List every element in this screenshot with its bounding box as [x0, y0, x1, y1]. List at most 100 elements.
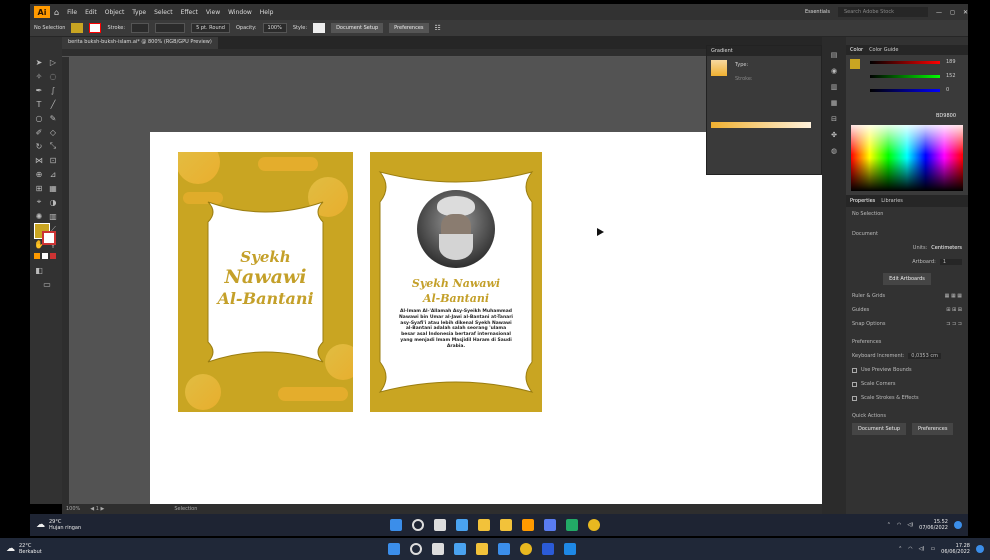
free-transform-icon[interactable]: ⊡ [48, 155, 58, 165]
outer-store-icon[interactable] [454, 543, 466, 555]
gradient-tool-icon[interactable]: ▦ [48, 183, 58, 193]
eraser-icon[interactable]: ◇ [48, 127, 58, 137]
screen-mode-icon[interactable]: ▭ [42, 279, 52, 289]
blue-value[interactable]: 0 [946, 87, 949, 93]
outer-notification-icon[interactable] [976, 545, 984, 553]
shape-builder-icon[interactable]: ⊕ [34, 169, 44, 179]
outer-mail-icon[interactable] [498, 543, 510, 555]
swatches-icon[interactable]: ▦ [831, 99, 838, 107]
scale-strokes-checkbox[interactable] [852, 395, 857, 401]
download-icon[interactable] [566, 519, 578, 531]
line-tool-icon[interactable]: ╱ [48, 99, 58, 109]
opacity-input[interactable]: 100% [262, 23, 287, 33]
layers-icon[interactable]: ▤ [831, 51, 838, 59]
outer-tray-chevron-icon[interactable]: ⌃ [898, 546, 902, 552]
color-spectrum[interactable] [851, 125, 963, 191]
outer-start-icon[interactable] [388, 543, 400, 555]
variable-width-dropdown[interactable] [155, 23, 186, 33]
properties-tab[interactable]: Properties [850, 198, 875, 204]
brushes-icon[interactable]: ◍ [831, 147, 837, 155]
color-fill-icon[interactable] [850, 59, 860, 69]
preferences-button[interactable]: Preferences [389, 23, 429, 33]
bio-card[interactable]: Syekh Nawawi Al-Bantani Al-Imam Al-'Alla… [370, 152, 542, 412]
minimize-icon[interactable]: — [936, 9, 942, 16]
outer-chrome-icon[interactable] [520, 543, 532, 555]
scale-corners-checkbox[interactable] [852, 381, 857, 387]
perspective-icon[interactable]: ⊿ [48, 169, 58, 179]
brush-dropdown[interactable]: 5 pt. Round [191, 23, 230, 33]
blend-icon[interactable]: ◑ [48, 197, 58, 207]
menu-window[interactable]: Window [228, 9, 252, 16]
magic-wand-icon[interactable]: ✧ [34, 71, 44, 81]
gradient-mode-icon[interactable] [42, 253, 48, 259]
red-value[interactable]: 189 [946, 59, 956, 65]
graph-icon[interactable]: ▥ [48, 211, 58, 221]
curvature-tool-icon[interactable]: ∫ [48, 85, 58, 95]
artboard-dropdown[interactable]: 1 [939, 259, 962, 265]
quick-preferences-button[interactable]: Preferences [912, 423, 954, 435]
paintbrush-icon[interactable]: ✎ [48, 113, 58, 123]
type-tool-icon[interactable]: T [34, 99, 44, 109]
ellipse-tool-icon[interactable]: ○ [34, 113, 44, 123]
quick-document-setup-button[interactable]: Document Setup [852, 423, 907, 435]
tray-chevron-icon[interactable]: ⌃ [887, 522, 891, 528]
symbols-icon[interactable]: ✤ [831, 131, 837, 139]
taskbar-search-icon[interactable] [412, 519, 424, 531]
document-setup-button[interactable]: Document Setup [331, 23, 384, 33]
libraries-tab[interactable]: Libraries [881, 198, 903, 204]
mesh-icon[interactable]: ⊞ [34, 183, 44, 193]
rulers-grids-icons[interactable]: ▦ ▦ ▦ [945, 293, 962, 299]
home-icon[interactable]: ⌂ [54, 8, 59, 17]
artboard-navigator[interactable]: ◀ 1 ▶ [90, 506, 104, 512]
menu-type[interactable]: Type [132, 9, 146, 16]
workspace-switcher[interactable]: Essentials [805, 9, 830, 15]
eyedropper-icon[interactable]: ⌖ [34, 197, 44, 207]
start-icon[interactable] [390, 519, 402, 531]
menu-file[interactable]: File [67, 9, 77, 16]
illustrator-icon[interactable] [522, 519, 534, 531]
outer-app-icon[interactable] [564, 543, 576, 555]
stock-search[interactable]: Search Adobe Stock [837, 7, 928, 17]
gradient-slider[interactable] [711, 122, 811, 128]
stroke-swatch[interactable] [89, 23, 102, 33]
width-tool-icon[interactable]: ⋈ [34, 155, 44, 165]
fill-swatch[interactable] [71, 23, 84, 33]
appearance-icon[interactable]: ◉ [831, 67, 837, 75]
document-tab[interactable]: berita buksh-buksh-islam.ai* @ 800% (RGB… [62, 37, 218, 49]
menu-help[interactable]: Help [260, 9, 274, 16]
none-mode-icon[interactable] [50, 253, 56, 259]
use-preview-bounds-checkbox[interactable] [852, 367, 857, 373]
lasso-icon[interactable]: ◌ [48, 71, 58, 81]
green-slider[interactable] [870, 75, 940, 78]
outer-search-icon[interactable] [410, 543, 422, 555]
arrange-icon[interactable]: ☷ [435, 24, 441, 32]
outer-explorer-icon[interactable] [476, 543, 488, 555]
maximize-icon[interactable]: ◻ [950, 9, 955, 16]
volume-icon[interactable]: ◁) [907, 522, 913, 528]
menu-object[interactable]: Object [105, 9, 125, 16]
draw-mode-icon[interactable]: ◧ [34, 265, 44, 275]
chrome-icon[interactable] [588, 519, 600, 531]
blue-slider[interactable] [870, 89, 940, 92]
files-icon[interactable] [500, 519, 512, 531]
align-icon[interactable]: ⊟ [831, 115, 837, 123]
outer-word-icon[interactable] [542, 543, 554, 555]
stroke-width-input[interactable] [131, 23, 150, 33]
units-dropdown[interactable]: Centimeters [931, 245, 962, 251]
task-view-icon[interactable] [434, 519, 446, 531]
cover-card[interactable]: Syekh Nawawi Al-Bantani [178, 152, 353, 412]
symbol-sprayer-icon[interactable]: ✺ [34, 211, 44, 221]
outer-wifi-icon[interactable]: ◠ [908, 546, 912, 552]
menu-edit[interactable]: Edit [85, 9, 97, 16]
outer-task-view-icon[interactable] [432, 543, 444, 555]
color-guide-tab[interactable]: Color Guide [869, 47, 898, 53]
explorer-icon[interactable] [478, 519, 490, 531]
direct-selection-tool-icon[interactable]: ▷ [48, 57, 58, 67]
shaper-icon[interactable]: ✐ [34, 127, 44, 137]
outer-volume-icon[interactable]: ◁) [919, 546, 925, 552]
selection-tool-icon[interactable]: ➤ [34, 57, 44, 67]
close-icon[interactable]: ✕ [963, 9, 968, 16]
color-tab[interactable]: Color [850, 47, 863, 53]
keyboard-increment-input[interactable]: 0,0353 cm [908, 353, 941, 359]
app-icon-blue[interactable] [544, 519, 556, 531]
